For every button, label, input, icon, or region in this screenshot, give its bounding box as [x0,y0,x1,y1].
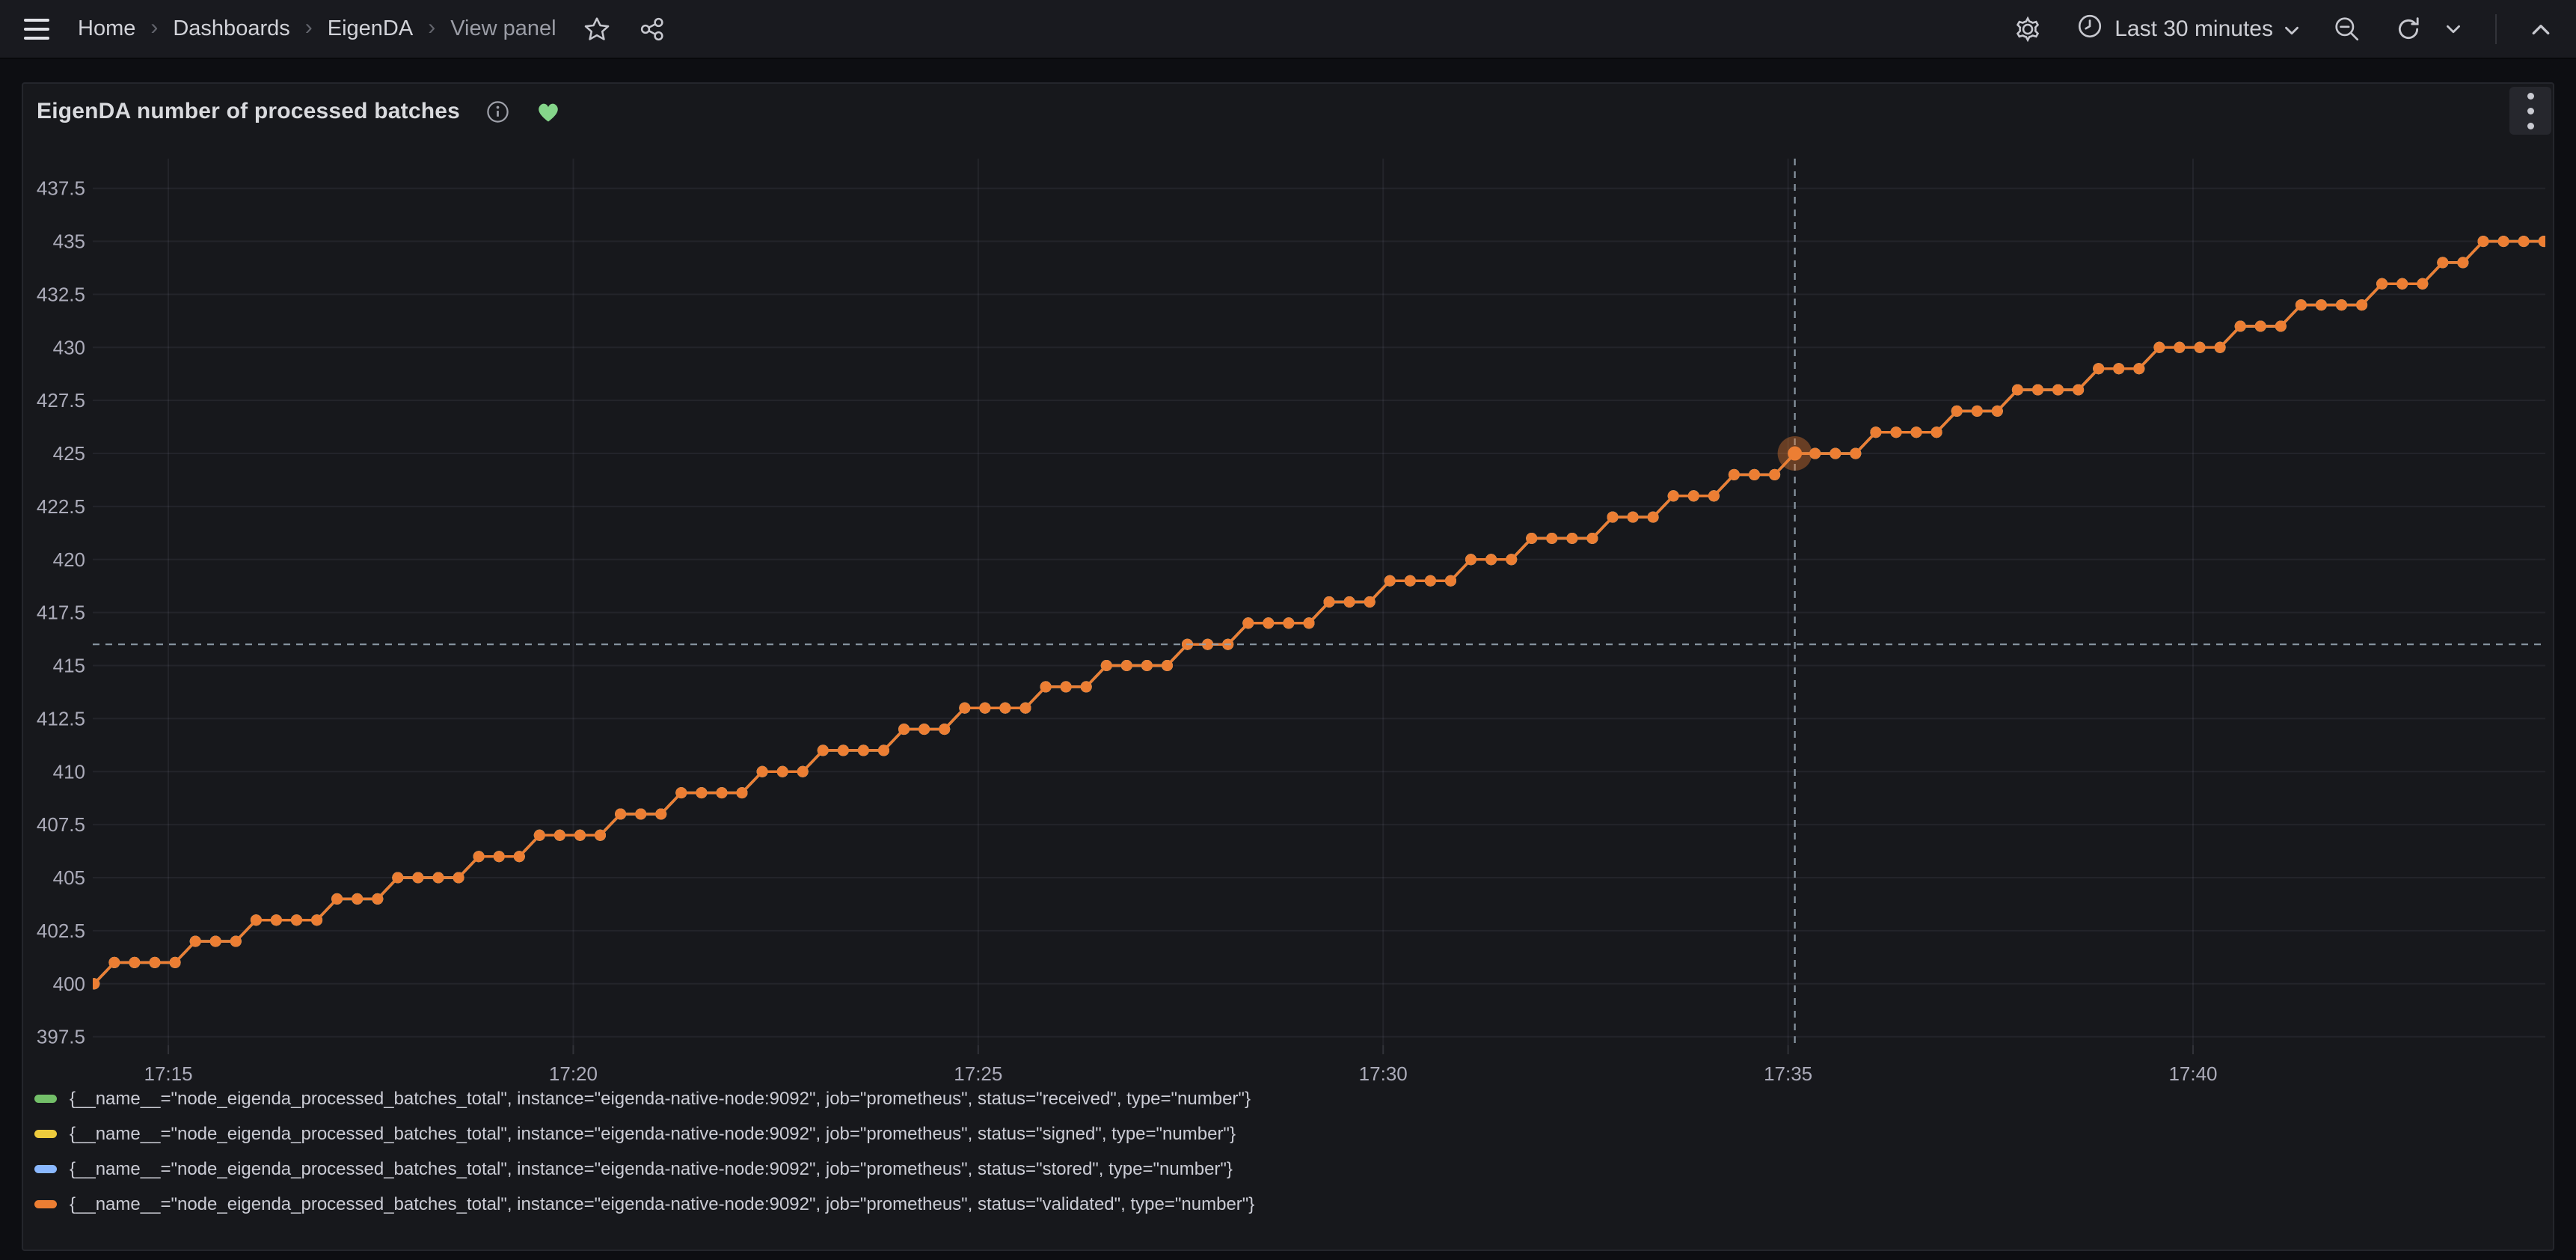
x-axis-label: 17:30 [1359,1062,1408,1085]
favorite-star-button[interactable] [579,11,615,47]
y-axis-label: 417.5 [37,602,85,624]
legend-swatch [34,1200,57,1208]
toolbar-divider [2495,14,2497,44]
chevron-down-icon [2446,24,2461,34]
y-axis-label: 410 [53,760,85,783]
y-axis-label: 405 [53,866,85,889]
y-axis-label: 415 [53,655,85,677]
legend-swatch [34,1095,57,1103]
top-nav: Home › Dashboards › EigenDA › View panel [0,0,2576,59]
legend-swatch [34,1130,57,1138]
crosshair [93,159,2545,1045]
panel-title: EigenDA number of processed batches [37,99,460,124]
zoom-out-icon [2334,16,2361,43]
zoom-out-button[interactable] [2329,11,2365,47]
panel-eigenda-processed-batches: EigenDA number of processed batches 397.… [22,82,2554,1251]
kebab-icon [2527,108,2534,114]
menu-bar [24,37,49,40]
timeseries-chart[interactable]: 397.5 400 402.5 405 407.5 410 412.5 415 417.5 420… [23,84,2556,1253]
clock-icon [2076,13,2103,46]
breadcrumb-separator: › [305,16,313,39]
panel-header: EigenDA number of processed batches [23,84,2553,139]
axis-tick-labels: 397.5 400 402.5 405 407.5 410 412.5 415 417.5 420… [37,177,2218,1085]
legend-item-stored[interactable]: {__name__="node_eigenda_processed_batche… [34,1152,1254,1187]
y-axis-label: 397.5 [37,1026,85,1048]
legend-swatch [34,1165,57,1173]
hover-point [1788,447,1802,461]
collapse-controls-button[interactable] [2527,18,2555,40]
breadcrumb-separator: › [428,16,435,39]
chevron-up-icon [2531,22,2551,36]
panel-menu-button[interactable] [2509,87,2551,135]
breadcrumb-home[interactable]: Home [78,16,135,41]
chevron-down-icon [2284,16,2299,42]
gear-icon [2014,15,2042,43]
share-icon [639,16,666,43]
x-axis-label: 17:35 [1764,1062,1812,1085]
legend-label: {__name__="node_eigenda_processed_batche… [70,1089,1251,1110]
y-axis-label: 422.5 [37,495,85,518]
chart-legend: {__name__="node_eigenda_processed_batche… [34,1081,1254,1222]
menu-bar [24,28,49,31]
breadcrumb-separator: › [150,16,158,39]
dashboard-settings-button[interactable] [2009,10,2046,48]
breadcrumb: Home › Dashboards › EigenDA › View panel [78,16,556,41]
time-range-picker[interactable]: Last 30 minutes [2072,12,2304,46]
menu-icon[interactable] [21,12,55,46]
legend-item-signed[interactable]: {__name__="node_eigenda_processed_batche… [34,1116,1254,1152]
y-axis-label: 412.5 [37,707,85,730]
y-axis-label: 402.5 [37,920,85,942]
share-button[interactable] [634,11,670,47]
x-axis-label: 17:40 [2168,1062,2217,1085]
kebab-icon [2527,93,2534,100]
y-axis-label: 435 [53,230,85,253]
health-heart-icon [536,100,561,123]
refresh-icon [2395,16,2422,43]
legend-label: {__name__="node_eigenda_processed_batche… [70,1159,1233,1180]
y-axis-label: 437.5 [37,177,85,200]
legend-item-validated[interactable]: {__name__="node_eigenda_processed_batche… [34,1187,1254,1222]
y-axis-label: 407.5 [37,813,85,836]
time-range-label: Last 30 minutes [2115,16,2273,42]
refresh-button[interactable] [2391,11,2426,47]
breadcrumb-dashboards[interactable]: Dashboards [173,16,289,41]
y-axis-label: 432.5 [37,283,85,305]
legend-label: {__name__="node_eigenda_processed_batche… [70,1194,1254,1215]
star-icon [583,16,610,43]
legend-label: {__name__="node_eigenda_processed_batche… [70,1124,1236,1145]
breadcrumb-dashboard-eigenda[interactable]: EigenDA [328,16,413,41]
y-axis-label: 430 [53,336,85,358]
legend-item-received[interactable]: {__name__="node_eigenda_processed_batche… [34,1081,1254,1116]
info-icon[interactable] [485,100,510,124]
chart-gridlines [93,159,2545,1054]
y-axis-label: 425 [53,442,85,465]
breadcrumb-view-panel: View panel [450,16,556,41]
menu-bar [24,19,49,22]
y-axis-label: 400 [53,973,85,995]
refresh-interval-dropdown[interactable] [2441,19,2465,39]
kebab-icon [2527,123,2534,129]
y-axis-label: 420 [53,548,85,571]
y-axis-label: 427.5 [37,389,85,412]
